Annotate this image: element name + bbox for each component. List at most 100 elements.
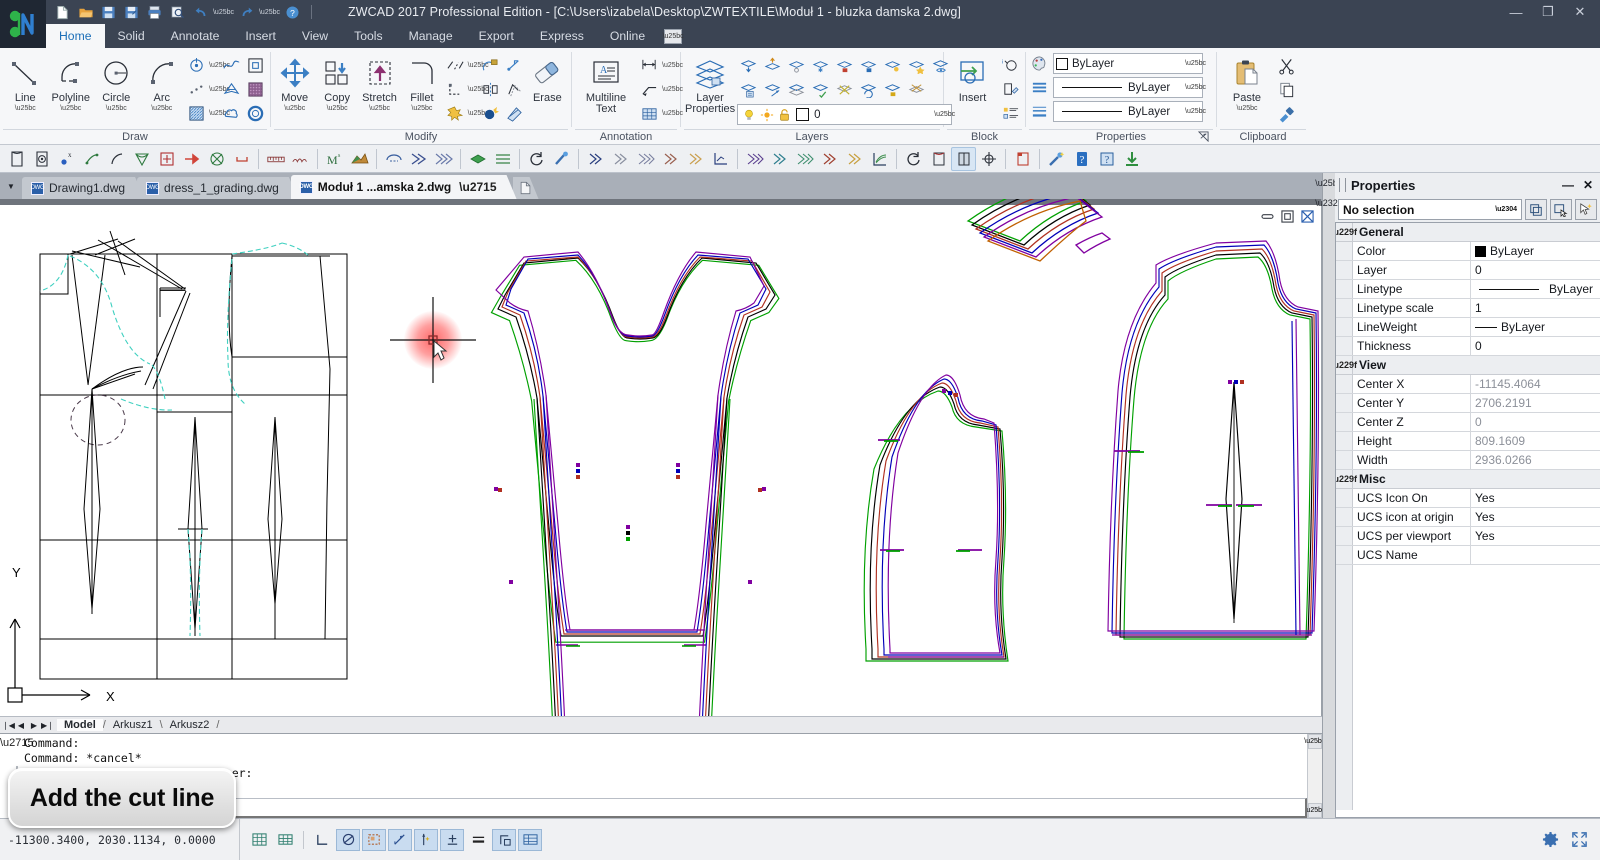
layer-off-icon[interactable] <box>785 54 808 77</box>
insert-block-button[interactable]: Insert <box>947 52 998 105</box>
undo-icon[interactable] <box>190 2 211 22</box>
circle-caret[interactable]: \u25bc <box>106 105 127 112</box>
property-row-ucs-name[interactable]: UCS Name <box>1336 546 1600 565</box>
table-icon[interactable] <box>638 102 661 125</box>
layer-unisolate-icon[interactable] <box>905 54 928 77</box>
stretch-button[interactable]: Stretch \u25bc <box>359 52 400 113</box>
property-group-misc[interactable]: \u229f Misc <box>1336 470 1600 489</box>
move-caret[interactable]: \u25bc <box>284 105 305 112</box>
tab-insert[interactable]: Insert <box>232 24 288 48</box>
command-scrollbar[interactable]: \u25b2 \u25bc <box>1304 734 1326 818</box>
open-icon[interactable] <box>75 2 96 22</box>
lightbulb-icon[interactable] <box>740 108 758 122</box>
minimize-button[interactable]: — <box>1500 0 1532 24</box>
property-group-view[interactable]: \u229f View <box>1336 356 1600 375</box>
property-value[interactable]: 0 <box>1471 337 1600 355</box>
fold-piece-icon[interactable] <box>951 146 976 171</box>
last-layout-icon[interactable]: ▶❘ <box>41 721 54 730</box>
layout-tab-arkusz1[interactable]: Arkusz1 <box>106 719 160 731</box>
cut-icon[interactable] <box>1275 54 1298 77</box>
collapse-icon[interactable]: \u229f <box>1336 470 1357 488</box>
property-row-ucs-icon-at-origin[interactable]: UCS icon at origin Yes <box>1336 508 1600 527</box>
ortho-toggle[interactable] <box>310 829 334 851</box>
osnap-toggle[interactable] <box>362 828 386 851</box>
property-value[interactable]: Yes <box>1471 527 1600 545</box>
property-row-layer[interactable]: Layer 0 <box>1336 261 1600 280</box>
torch-icon[interactable] <box>549 147 574 171</box>
property-group-general[interactable]: \u229f General <box>1336 223 1600 242</box>
tab-view[interactable]: View <box>289 24 341 48</box>
cross-circle-icon[interactable] <box>204 147 229 171</box>
close-tab-icon[interactable]: \u2715 <box>459 180 496 194</box>
dimension-linear-icon[interactable] <box>638 54 661 77</box>
property-value[interactable]: 0 <box>1471 261 1600 279</box>
layer-match-icon[interactable] <box>809 78 832 101</box>
measure-ruler-icon[interactable] <box>263 147 288 171</box>
donut-icon[interactable] <box>244 102 267 125</box>
refresh-icon[interactable] <box>524 147 549 171</box>
print-preview-icon[interactable] <box>167 2 188 22</box>
close-button[interactable]: ✕ <box>1564 0 1596 24</box>
model-space-toggle[interactable] <box>492 828 516 851</box>
property-row-center-y[interactable]: Center Y 2706.2191 <box>1336 394 1600 413</box>
tab-annotate[interactable]: Annotate <box>158 24 233 48</box>
scroll-down-icon[interactable]: \u25bc <box>1304 803 1326 818</box>
grid-toggle[interactable] <box>273 829 297 851</box>
rectangle-flat-icon[interactable] <box>229 147 254 171</box>
layer-previous-icon[interactable] <box>737 54 760 77</box>
rotate-obj-icon[interactable] <box>901 147 926 171</box>
tab-manage[interactable]: Manage <box>396 24 466 48</box>
arc-button[interactable]: Arc \u25bc <box>140 52 185 113</box>
chevron-down-icon[interactable]: \u25bc <box>1185 84 1206 91</box>
arrow-right-icon[interactable] <box>179 147 204 171</box>
explode-icon[interactable] <box>444 102 467 125</box>
property-row-ucs-per-viewport[interactable]: UCS per viewport Yes <box>1336 527 1600 546</box>
arc-caret[interactable]: \u25bc <box>151 105 172 112</box>
grade-4-icon[interactable] <box>817 147 842 171</box>
trim-icon[interactable] <box>444 54 467 77</box>
divide-icon[interactable] <box>185 78 208 101</box>
save-as-icon[interactable] <box>121 2 142 22</box>
array-icon[interactable] <box>444 78 467 101</box>
spline-icon[interactable] <box>220 54 243 77</box>
doc-tab-modul1-active[interactable]: DWG Moduł 1 ...amska 2.dwg \u2715 <box>291 175 517 199</box>
new-document-icon[interactable] <box>513 177 539 199</box>
help-icon[interactable]: ? <box>282 2 303 22</box>
lineweight-toggle[interactable] <box>466 829 490 851</box>
undo-caret[interactable]: \u25bc <box>213 2 234 22</box>
collapse-icon[interactable]: \u229f <box>1336 356 1357 374</box>
fillet-button[interactable]: Fillet \u25bc <box>401 52 442 113</box>
layer-merge-icon[interactable] <box>785 78 808 101</box>
edit-block-icon[interactable] <box>999 78 1022 101</box>
create-block-icon[interactable]: i <box>999 54 1022 77</box>
collapse-icon[interactable]: \u229f <box>1336 223 1357 241</box>
frame-red-icon[interactable] <box>1010 147 1035 171</box>
layer-unlock-icon[interactable] <box>857 54 880 77</box>
insert-point-icon[interactable] <box>154 147 179 171</box>
property-value[interactable]: ByLayer <box>1471 242 1600 260</box>
property-row-thickness[interactable]: Thickness 0 <box>1336 337 1600 356</box>
tab-solid[interactable]: Solid <box>105 24 158 48</box>
nest-2-icon[interactable] <box>608 147 633 171</box>
nest-1-icon[interactable] <box>583 147 608 171</box>
mirror-icon[interactable] <box>479 78 502 101</box>
nest-3-icon[interactable] <box>633 147 658 171</box>
property-value[interactable]: Yes <box>1471 508 1600 526</box>
chevron-down-icon[interactable]: \u25bc <box>1185 108 1206 115</box>
first-layout-icon[interactable]: ❘◀ <box>2 721 15 730</box>
scale-icon[interactable] <box>479 54 502 77</box>
new-drawing-icon[interactable] <box>4 147 29 171</box>
chevron-down-icon[interactable]: \u25bc <box>1185 60 1206 67</box>
property-row-lineweight[interactable]: LineWeight ByLayer <box>1336 318 1600 337</box>
layer-delete-icon[interactable] <box>833 78 856 101</box>
property-row-center-x[interactable]: Center X -11145.4064 <box>1336 375 1600 394</box>
arc-tool-icon[interactable] <box>104 147 129 171</box>
match-properties-icon[interactable] <box>1275 102 1298 125</box>
copy-clip-icon[interactable] <box>1275 78 1298 101</box>
doc-tab-dress-grading[interactable]: DWG dress_1_grading.dwg <box>137 177 299 199</box>
ellipse-arc-icon[interactable] <box>129 147 154 171</box>
rotate-icon[interactable] <box>503 54 526 77</box>
wand-icon[interactable] <box>1044 147 1069 171</box>
measure-path-icon[interactable] <box>288 147 313 171</box>
properties-close-button[interactable]: ✕ <box>1583 178 1593 192</box>
